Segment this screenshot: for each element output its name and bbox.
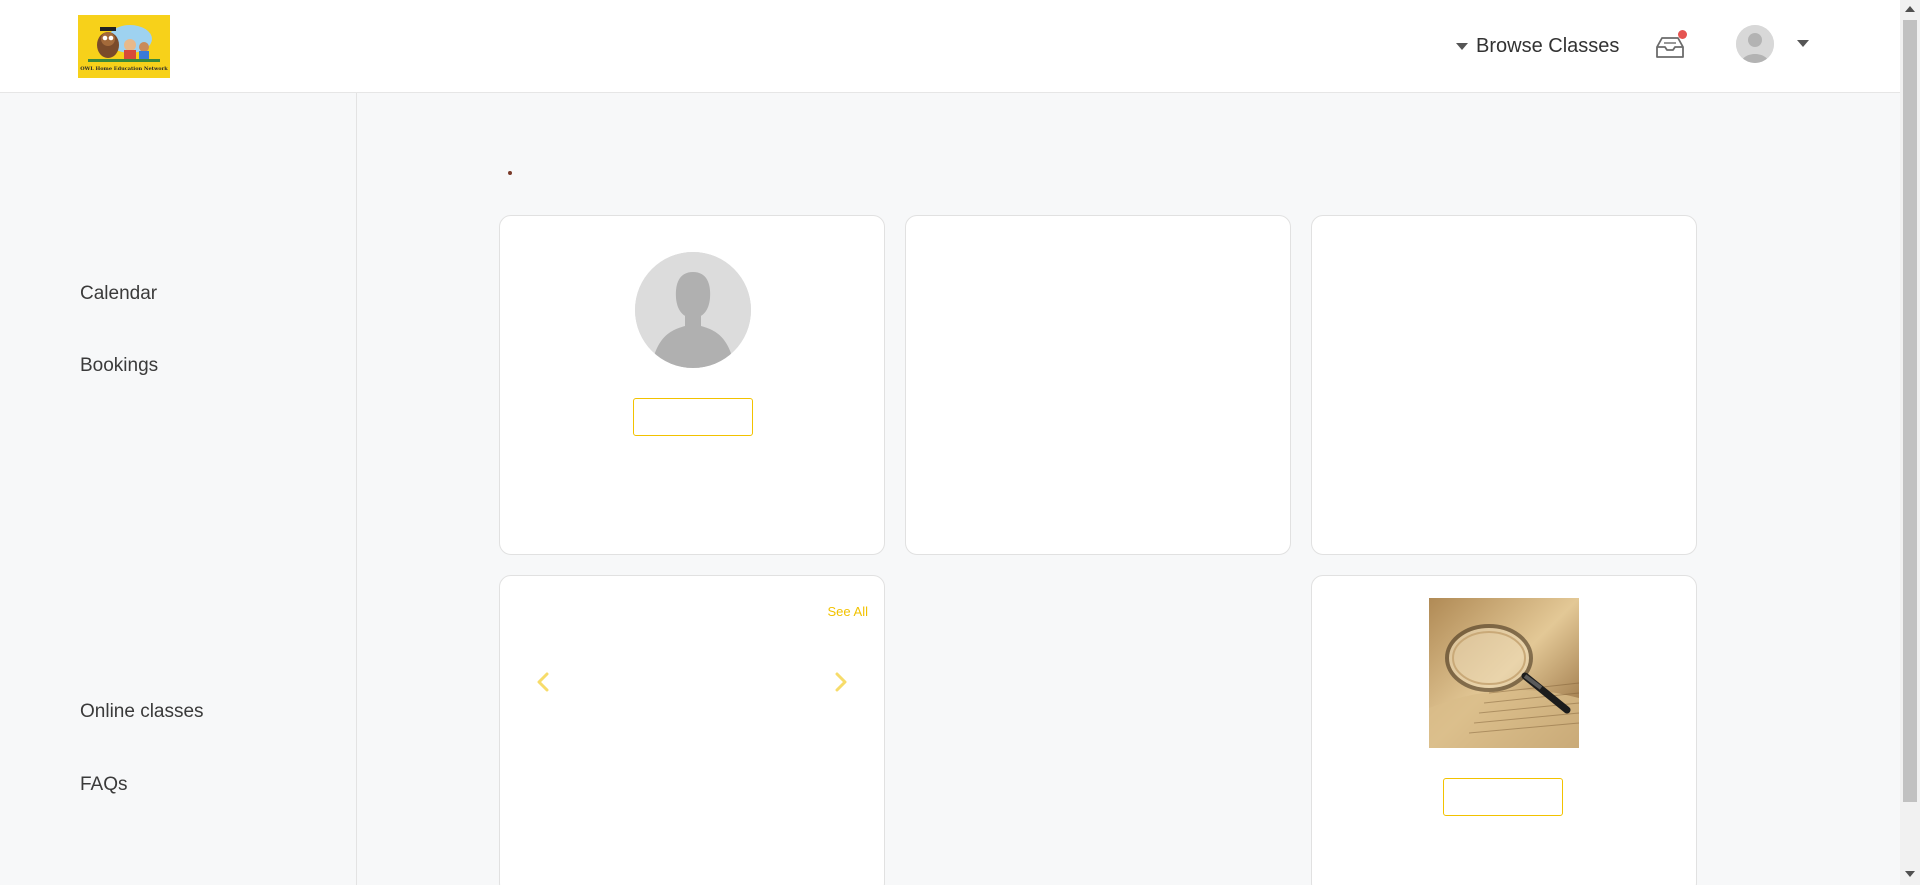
scroll-down-icon[interactable]: [1905, 871, 1915, 877]
chevron-left-icon[interactable]: [536, 672, 550, 692]
sidebar-item-faqs[interactable]: FAQs: [80, 774, 128, 796]
browse-classes-label: Browse Classes: [1476, 34, 1620, 57]
research-action-button[interactable]: [1443, 778, 1563, 816]
sidebar: Calendar Bookings Online classes FAQs: [0, 93, 357, 885]
profile-avatar: [635, 252, 751, 368]
sidebar-item-online-classes[interactable]: Online classes: [80, 701, 204, 723]
classes-carousel-card: See All: [499, 575, 885, 885]
user-menu-caret-icon[interactable]: [1797, 40, 1809, 47]
sidebar-item-calendar[interactable]: Calendar: [80, 283, 157, 305]
info-card: [905, 215, 1291, 555]
decorative-dot: [508, 171, 512, 175]
profile-action-button[interactable]: [633, 398, 753, 436]
scroll-up-icon[interactable]: [1905, 6, 1915, 12]
vertical-scrollbar[interactable]: [1900, 0, 1920, 885]
avatar-placeholder-icon: [635, 252, 751, 368]
inbox-button[interactable]: [1654, 30, 1687, 61]
magnifying-glass-icon: [1429, 598, 1579, 748]
logo-text: OWL Home Education Network: [80, 66, 168, 72]
notification-badge: [1678, 30, 1687, 39]
profile-card: [499, 215, 885, 555]
avatar-placeholder-icon: [1736, 25, 1774, 63]
browse-classes-menu[interactable]: Browse Classes: [1456, 32, 1619, 60]
scroll-thumb[interactable]: [1903, 20, 1917, 802]
top-header: OWL Home Education Network Browse Classe…: [0, 0, 1900, 93]
sidebar-item-bookings[interactable]: Bookings: [80, 355, 158, 377]
user-avatar[interactable]: [1736, 25, 1774, 63]
info-card: [1311, 215, 1697, 555]
see-all-link[interactable]: See All: [828, 604, 868, 619]
magnifying-glass-image: [1429, 598, 1579, 748]
site-logo[interactable]: OWL Home Education Network: [78, 15, 170, 78]
research-card: [1311, 575, 1697, 885]
chevron-right-icon[interactable]: [834, 672, 848, 692]
caret-down-icon: [1456, 42, 1468, 50]
